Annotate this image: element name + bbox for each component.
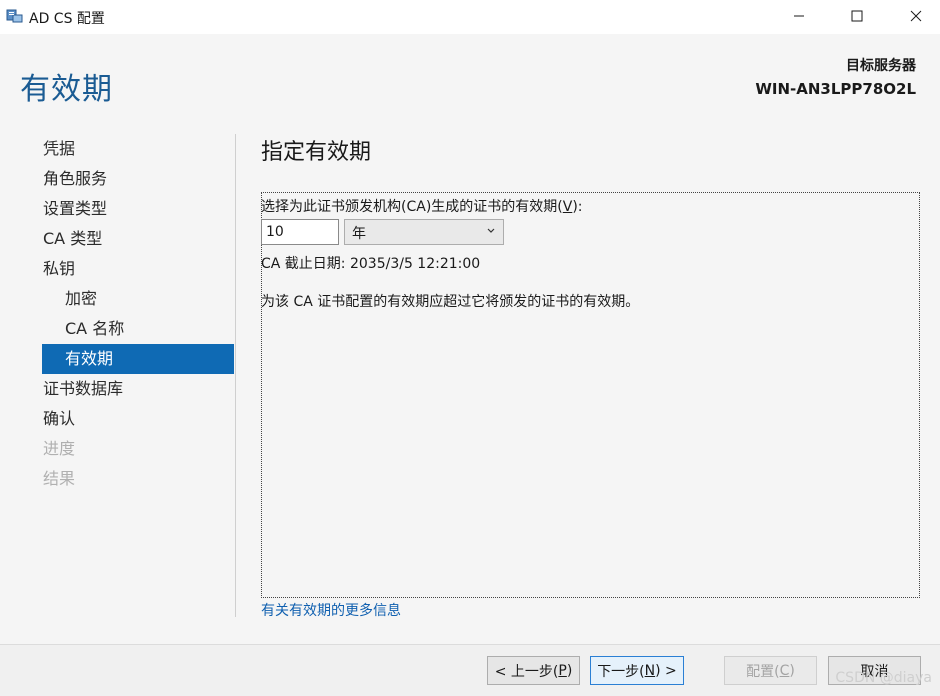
section-title: 指定有效期 xyxy=(261,140,372,165)
minimize-icon xyxy=(794,15,804,17)
close-button[interactable] xyxy=(893,0,939,32)
nav-item-credentials[interactable]: 凭据 xyxy=(42,134,234,164)
validity-unit-select[interactable]: 年 xyxy=(344,219,504,245)
nav-item-cryptography[interactable]: 加密 xyxy=(42,284,234,314)
server-app-icon xyxy=(6,9,23,23)
nav-item-results: 结果 xyxy=(43,469,76,488)
nav-divider xyxy=(235,134,236,617)
title-bar: AD CS 配置 xyxy=(0,0,940,34)
nav-item-ca-type[interactable]: CA 类型 xyxy=(42,224,234,254)
minimize-button[interactable] xyxy=(776,0,822,32)
validity-note: 为该 CA 证书配置的有效期应超过它将颁发的证书的有效期。 xyxy=(261,294,640,310)
maximize-icon xyxy=(851,10,863,22)
target-server-name: WIN-AN3LPP78O2L xyxy=(755,80,916,98)
nav-item-certificate-database[interactable]: 证书数据库 xyxy=(42,374,234,404)
nav-item-validity-period[interactable]: 有效期 xyxy=(42,344,234,374)
configure-button: 配置(C) xyxy=(724,656,817,685)
nav-item-setup-type[interactable]: 设置类型 xyxy=(42,194,234,224)
ca-expiry-date: CA 截止日期: 2035/3/5 12:21:00 xyxy=(261,256,481,272)
nav-item-confirmation[interactable]: 确认 xyxy=(42,404,234,434)
validity-period-label: 选择为此证书颁发机构(CA)生成的证书的有效期(V): xyxy=(261,199,583,215)
validity-unit-value: 年 xyxy=(352,226,366,242)
watermark: CSDN @diaya xyxy=(835,670,932,686)
validity-period-input[interactable] xyxy=(261,219,339,245)
nav-item-progress: 进度 xyxy=(43,439,76,458)
close-icon xyxy=(910,10,922,22)
target-server-label: 目标服务器 xyxy=(846,58,916,74)
nav-item-role-services[interactable]: 角色服务 xyxy=(42,164,234,194)
more-info-link[interactable]: 有关有效期的更多信息 xyxy=(261,600,401,620)
chevron-down-icon xyxy=(487,228,495,233)
previous-button[interactable]: < 上一步(P) xyxy=(487,656,580,685)
window-title: AD CS 配置 xyxy=(29,11,105,27)
nav-item-private-key[interactable]: 私钥 xyxy=(42,254,234,284)
page-title: 有效期 xyxy=(20,72,113,107)
next-button[interactable]: 下一步(N) > xyxy=(590,656,684,685)
nav-item-ca-name[interactable]: CA 名称 xyxy=(42,314,234,344)
maximize-button[interactable] xyxy=(834,0,880,32)
